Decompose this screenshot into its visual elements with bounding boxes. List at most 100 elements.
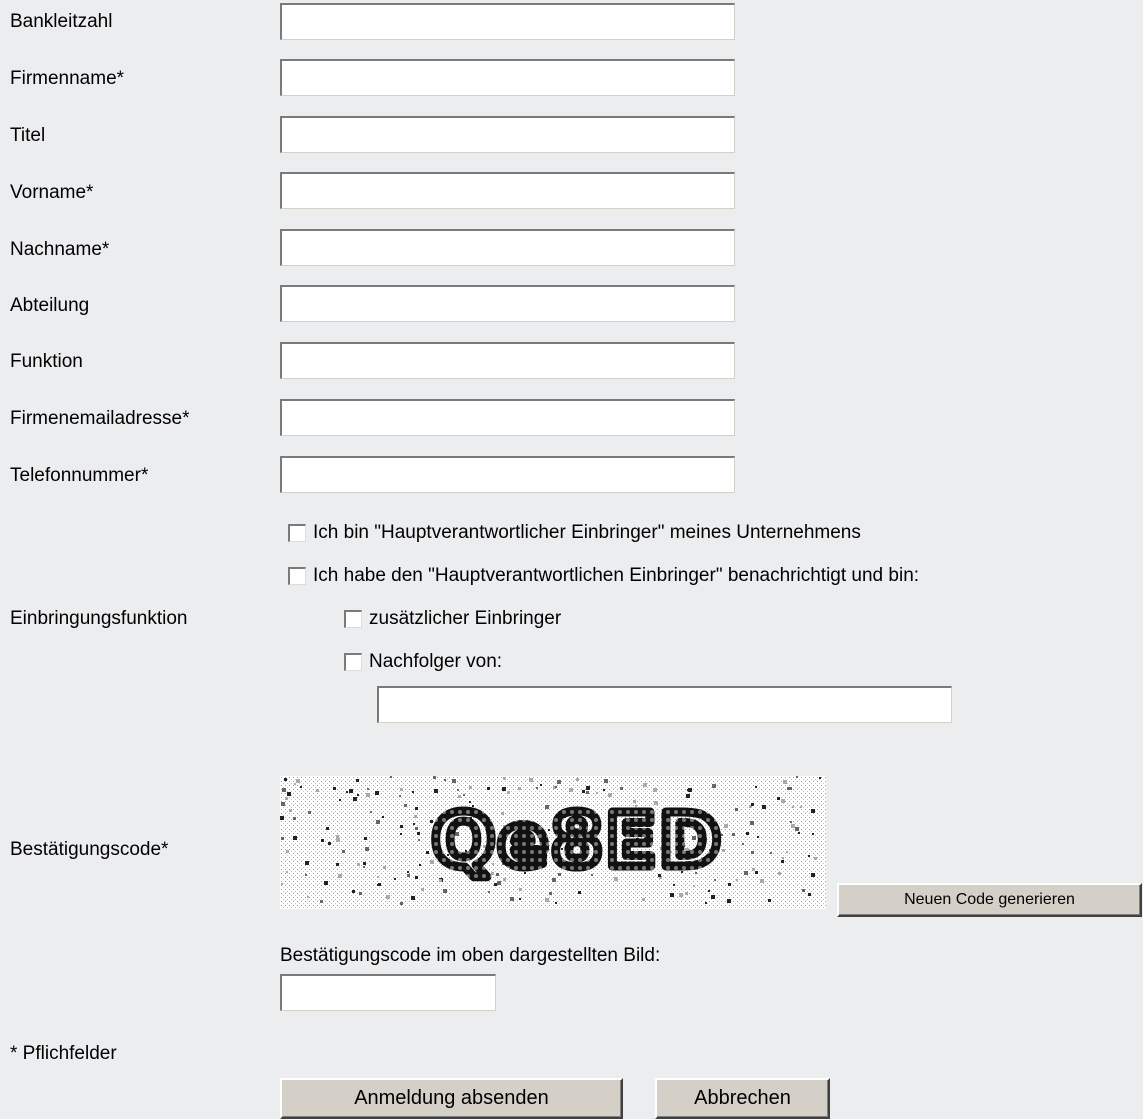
captcha-noise-speck [808,893,811,896]
captcha-noise-speck [293,836,297,840]
captcha-code-text: Qe8ED [432,798,724,884]
captcha-noise-speck [365,847,369,851]
captcha-noise-speck [346,791,348,793]
captcha-noise-speck [293,817,296,820]
label-firmenemailadresse: Firmenemailadresse* [10,408,190,429]
submit-button[interactable]: Anmeldung absenden [280,1078,623,1119]
captcha-noise-speck [796,776,798,778]
captcha-noise-speck [787,787,790,790]
option-hauptverantwortlicher[interactable]: Ich bin "Hauptverantwortlicher Einbringe… [288,522,861,544]
hauptverantwortlicher-checkbox[interactable] [288,524,306,542]
captcha-noise-speck [755,871,758,874]
telefonnummer-input[interactable] [280,456,735,493]
captcha-noise-speck [469,786,472,789]
captcha-noise-speck [400,833,402,835]
captcha-noise-speck [724,824,728,828]
captcha-noise-speck [750,821,754,825]
submit-label: Anmeldung absenden [354,1087,549,1109]
captcha-noise-speck [653,788,657,792]
abteilung-input[interactable] [280,285,735,322]
captcha-noise-speck [782,857,784,859]
titel-input[interactable] [280,116,735,153]
captcha-noise-speck [377,884,379,886]
captcha-noise-speck [728,883,731,886]
captcha-noise-speck [711,895,715,899]
captcha-noise-speck [735,808,738,811]
captcha-noise-speck [457,789,459,791]
captcha-noise-speck [744,871,748,875]
captcha-noise-speck [415,807,418,810]
captcha-noise-speck [400,902,403,905]
label-firmenname: Firmenname* [10,68,125,89]
captcha-noise-speck [798,832,800,834]
captcha-noise-speck [603,789,605,791]
bankleitzahl-input[interactable] [280,3,735,40]
captcha-noise-speck [407,874,410,877]
captcha-noise-speck [414,815,417,818]
option-zusaetzlicher-einbringer[interactable]: zusätzlicher Einbringer [344,608,561,630]
captcha-noise-speck [463,794,465,796]
captcha-noise-speck [326,827,329,830]
captcha-noise-speck [333,787,336,790]
captcha-noise-speck [642,898,645,901]
label-einbringungsfunktion: Einbringungsfunktion [10,608,188,629]
captcha-noise-speck [342,850,345,853]
label-vorname: Vorname* [10,182,94,203]
funktion-input[interactable] [280,342,735,379]
zusaetzlicher-einbringer-label: zusätzlicher Einbringer [369,608,562,629]
captcha-noise-speck [693,885,695,887]
captcha-noise-speck [549,892,552,895]
label-nachname: Nachname* [10,239,110,260]
captcha-noise-speck [487,787,490,790]
captcha-noise-speck [811,873,815,877]
captcha-noise-speck [296,779,300,783]
captcha-input-label: Bestätigungscode im oben dargestellten B… [280,945,661,966]
captcha-noise-speck [308,811,311,814]
captcha-noise-speck [359,892,362,895]
captcha-noise-speck [285,797,288,800]
captcha-noise-speck [282,788,286,792]
captcha-noise-speck [791,824,795,828]
cancel-button[interactable]: Abbrechen [655,1078,830,1119]
benachrichtigt-checkbox[interactable] [288,567,306,585]
captcha-noise-speck [507,791,510,794]
regenerate-code-label: Neuen Code generieren [904,891,1075,908]
captcha-noise-speck [444,779,446,781]
captcha-noise-speck [338,874,342,878]
captcha-noise-speck [404,804,407,807]
captcha-noise-speck [284,778,287,781]
firmenname-input[interactable] [280,59,735,96]
captcha-noise-speck [540,784,542,786]
captcha-noise-speck [757,836,759,838]
nachfolger-checkbox[interactable] [344,653,362,671]
captcha-noise-speck [415,876,418,879]
label-bankleitzahl: Bankleitzahl [10,11,113,32]
captcha-noise-speck [781,860,784,863]
option-benachrichtigt[interactable]: Ich habe den "Hauptverantwortlichen Einb… [288,565,919,587]
captcha-noise-speck [307,896,309,898]
captcha-noise-speck [808,855,810,857]
captcha-noise-speck [375,791,379,795]
option-nachfolger[interactable]: Nachfolger von: [344,651,502,673]
captcha-noise-speck [305,861,309,865]
captcha-noise-speck [755,786,757,788]
captcha-noise-speck [783,780,787,784]
captcha-noise-speck [488,891,490,893]
firmenemailadresse-input[interactable] [280,399,735,436]
captcha-noise-speck [770,852,772,854]
captcha-noise-speck [760,879,764,883]
captcha-noise-speck [339,799,341,801]
captcha-noise-speck [812,833,814,835]
regenerate-code-button[interactable]: Neuen Code generieren [837,883,1142,917]
zusaetzlicher-einbringer-checkbox[interactable] [344,610,362,628]
captcha-noise-speck [814,857,817,860]
captcha-noise-speck [673,884,675,886]
nachname-input[interactable] [280,229,735,266]
captcha-noise-speck [708,890,710,892]
captcha-input[interactable] [280,974,496,1011]
captcha-noise-speck [280,816,284,820]
captcha-noise-speck [289,809,292,812]
captcha-noise-speck [732,833,735,836]
vorname-input[interactable] [280,172,735,209]
nachfolger-input[interactable] [377,686,952,723]
